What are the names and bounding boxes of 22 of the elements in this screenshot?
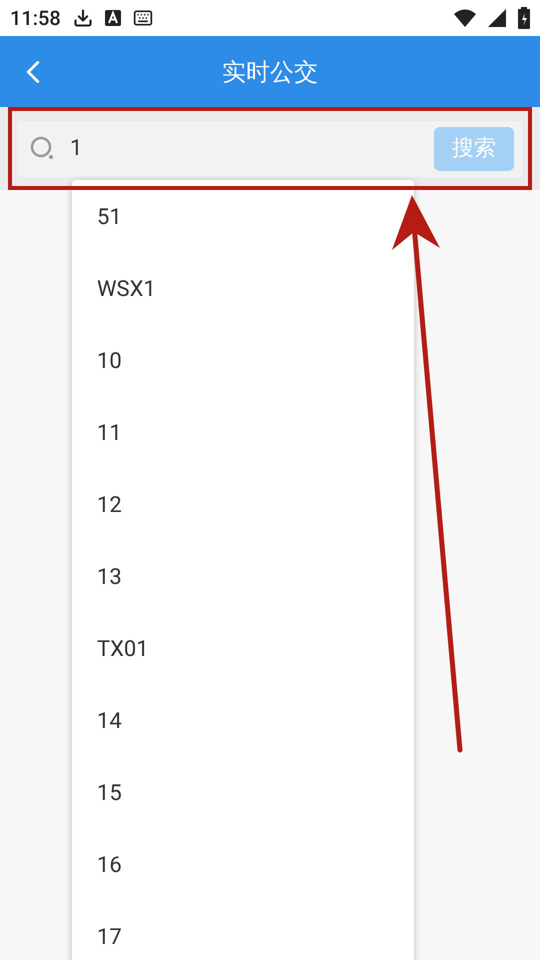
suggestion-item[interactable]: 11 [72,409,147,457]
search-field[interactable]: 1 搜索 [18,120,522,176]
keyboard-icon [132,8,153,28]
suggestion-item[interactable]: 17 [72,913,147,960]
status-time: 11:58 [10,5,61,32]
suggestion-item[interactable]: 16 [72,841,147,889]
search-icon [30,136,56,162]
suggestion-item[interactable]: 15 [72,769,147,817]
signal-icon [488,9,506,27]
suggestion-item[interactable]: 12 [72,481,147,529]
suggestion-item[interactable]: 13 [72,553,147,601]
suggestion-item[interactable]: 10 [72,337,147,385]
suggestion-item[interactable]: WSX1 [72,265,181,313]
suggestion-item[interactable]: 14 [72,697,147,745]
header-title: 实时公交 [222,56,318,88]
search-input-text: 1 [70,135,84,163]
text-input-icon [104,10,121,26]
download-icon [72,8,93,28]
battery-icon [518,7,530,29]
suggestion-item[interactable]: TX01 [72,625,174,673]
wifi-icon [454,9,476,27]
suggestion-item[interactable]: 51 [72,193,147,241]
